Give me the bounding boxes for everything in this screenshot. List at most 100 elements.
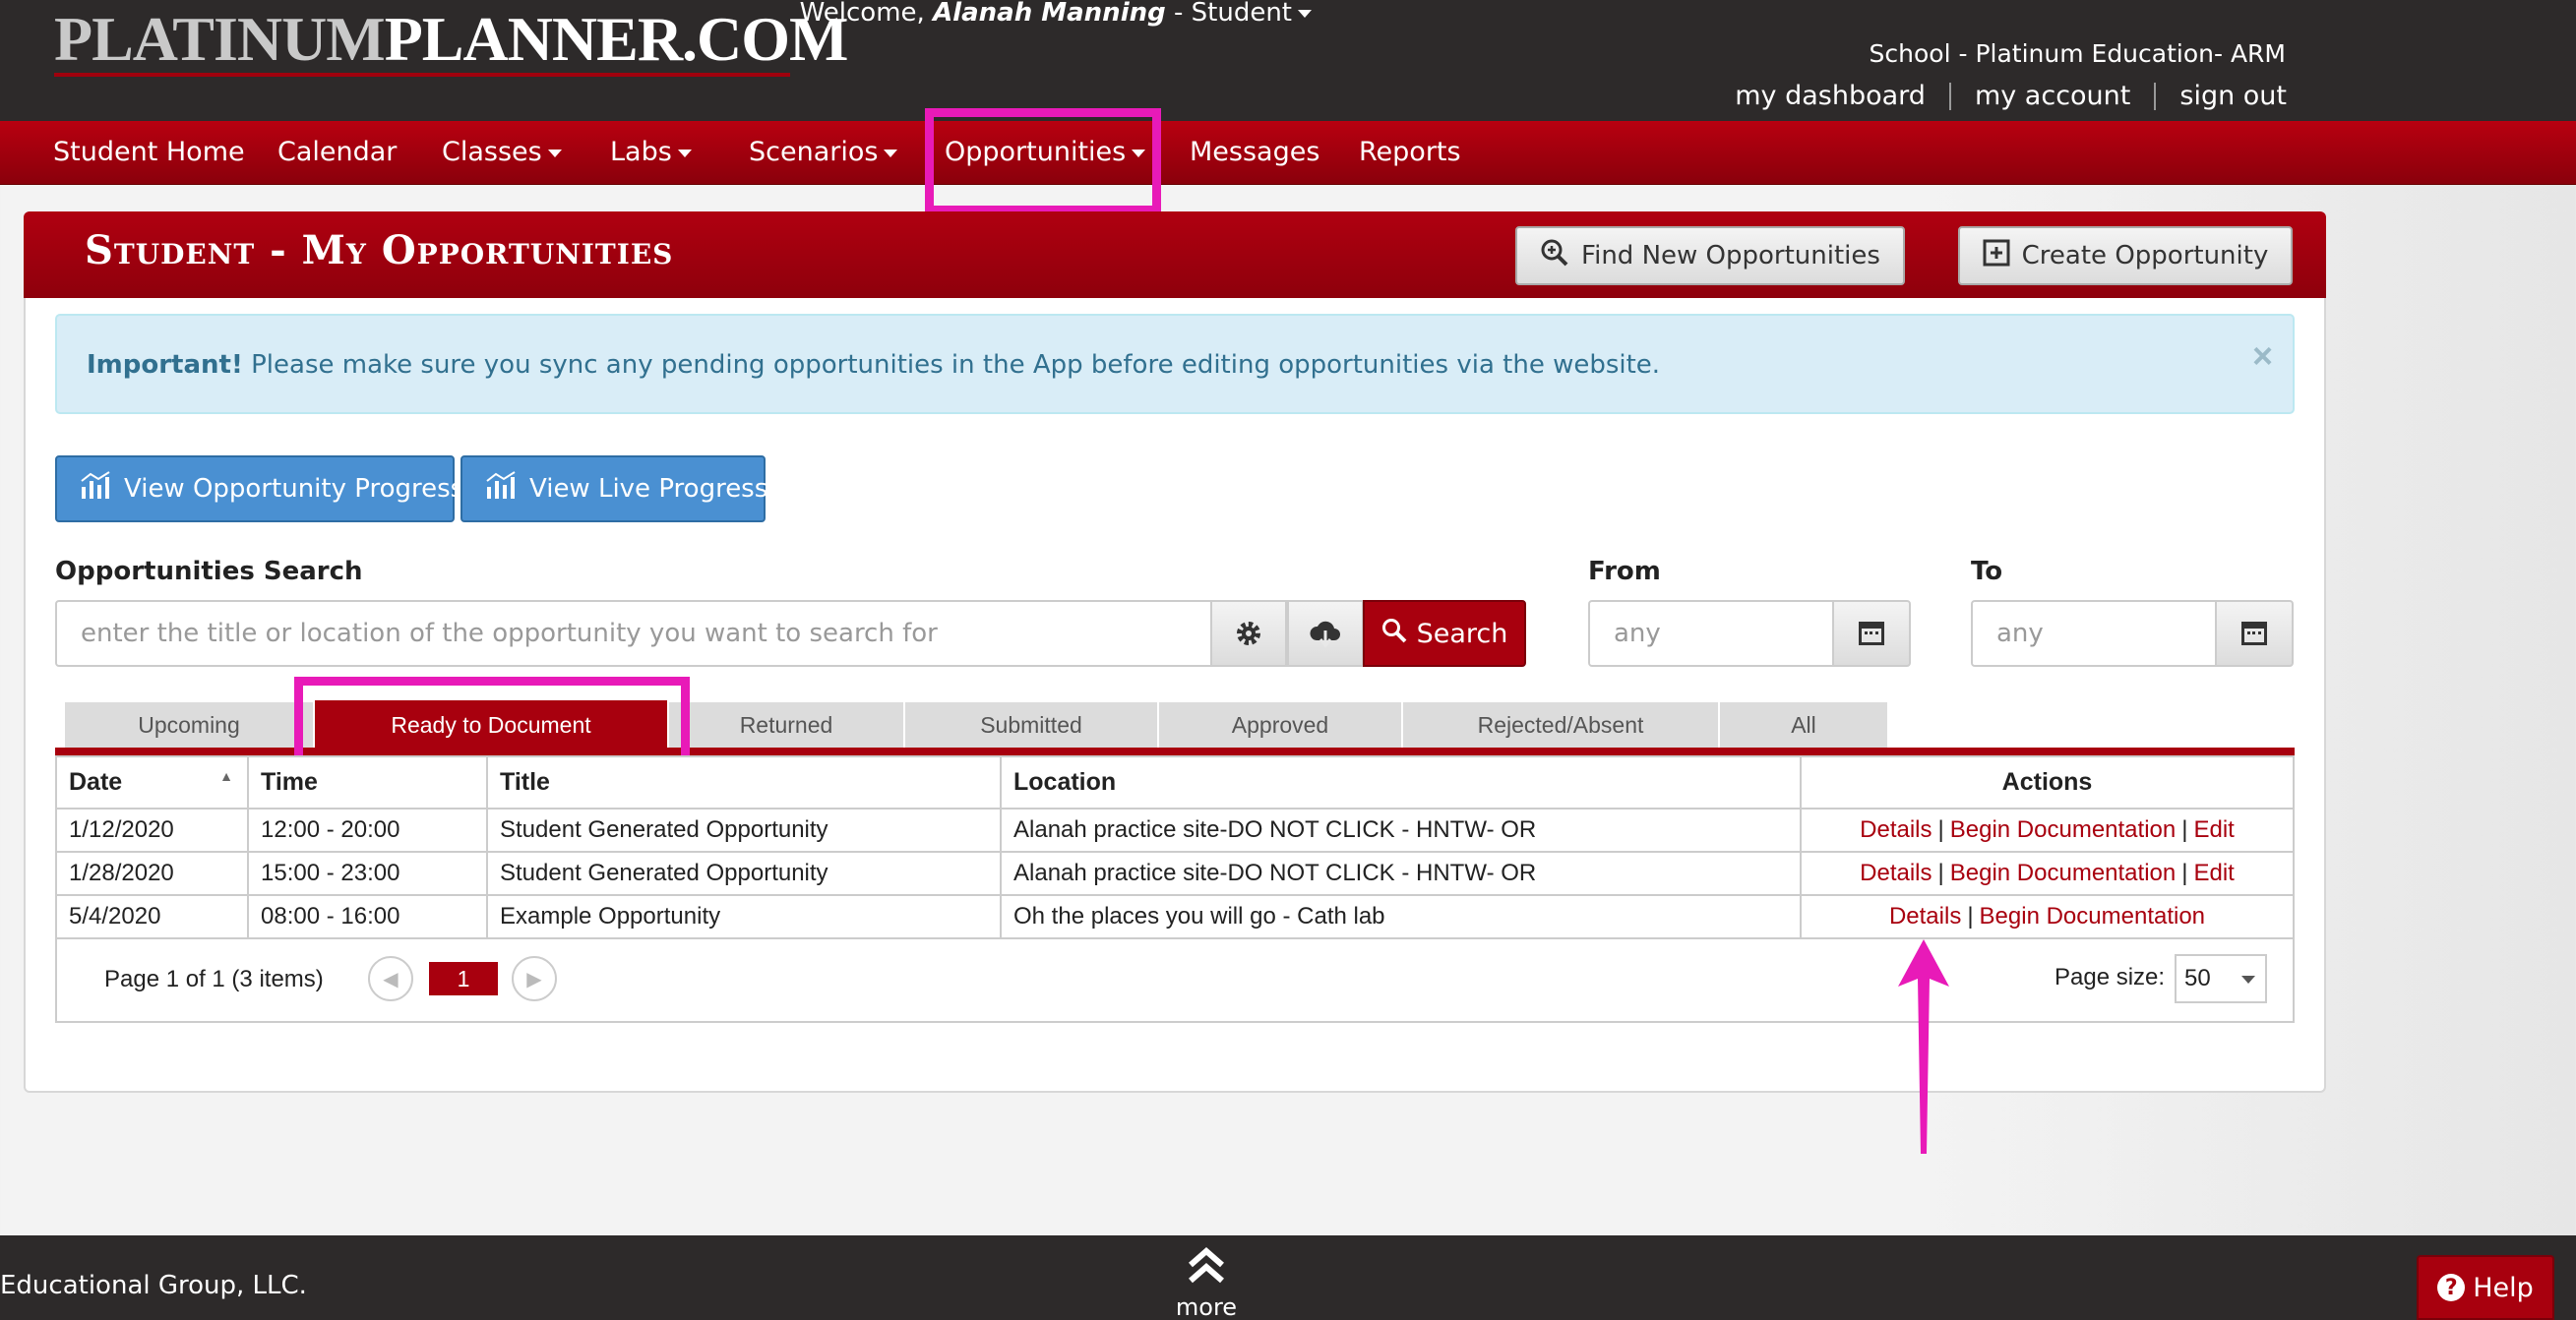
column-header-time[interactable]: Time xyxy=(248,757,488,810)
nav-classes[interactable]: Classes xyxy=(442,137,562,167)
view-live-progress-button[interactable]: View Live Progress xyxy=(460,455,767,522)
site-footer: Educational Group, LLC. more xyxy=(0,1235,2576,1320)
more-toggle[interactable]: more xyxy=(1171,1243,1242,1319)
copyright-text: Educational Group, LLC. xyxy=(0,1271,307,1300)
divider xyxy=(1948,82,1951,110)
cell-actions: Details | Begin Documentation xyxy=(1801,895,2293,939)
cell-title: Example Opportunity xyxy=(487,895,1002,939)
edit-link[interactable]: Edit xyxy=(2193,816,2234,843)
caret-down-icon xyxy=(677,149,692,157)
tab-underline xyxy=(55,748,2295,755)
cell-location: Alanah practice site-DO NOT CLICK - HNTW… xyxy=(1001,852,1802,896)
column-header-title[interactable]: Title xyxy=(487,757,1002,810)
cell-time: 08:00 - 16:00 xyxy=(248,895,488,939)
tab-ready-to-document[interactable]: Ready to Document xyxy=(315,700,667,750)
tab-approved[interactable]: Approved xyxy=(1159,702,1401,748)
to-label: To xyxy=(1971,557,2003,586)
main-nav: Student Home Calendar Classes Labs Scena… xyxy=(0,121,2576,185)
nav-student-home[interactable]: Student Home xyxy=(53,137,245,167)
user-menu[interactable]: Welcome, Alanah Manning - Student xyxy=(800,0,1312,26)
create-opportunity-button[interactable]: Create Opportunity xyxy=(1958,226,2293,285)
table-pager: Page 1 of 1 (3 items) ◀ 1 ▶ Page size: 5… xyxy=(55,938,2295,1023)
column-header-date[interactable]: Date ▲ xyxy=(57,757,249,810)
sort-asc-icon: ▲ xyxy=(219,768,233,784)
tab-all[interactable]: All xyxy=(1720,702,1887,748)
begin-documentation-link[interactable]: Begin Documentation xyxy=(1980,903,2205,930)
prev-page-icon[interactable]: ◀ xyxy=(368,956,413,1001)
cell-title: Student Generated Opportunity xyxy=(487,852,1002,896)
edit-link[interactable]: Edit xyxy=(2193,860,2234,886)
cell-title: Student Generated Opportunity xyxy=(487,809,1002,853)
annotation-arrow xyxy=(1898,939,1949,1154)
cell-date: 1/28/2020 xyxy=(57,852,249,896)
view-opportunity-progress-button[interactable]: View Opportunity Progress xyxy=(55,455,463,522)
sync-alert: Important! Please make sure you sync any… xyxy=(55,314,2295,414)
tab-submitted[interactable]: Submitted xyxy=(905,702,1157,748)
calendar-icon[interactable] xyxy=(1832,600,1911,667)
find-new-opportunities-button[interactable]: Find New Opportunities xyxy=(1515,226,1905,285)
nav-labs[interactable]: Labs xyxy=(610,137,692,167)
help-button[interactable]: ? Help xyxy=(2417,1255,2554,1320)
nav-messages[interactable]: Messages xyxy=(1190,137,1319,167)
sign-out-link[interactable]: sign out xyxy=(2179,81,2287,111)
from-label: From xyxy=(1588,557,1661,586)
nav-reports[interactable]: Reports xyxy=(1359,137,1461,167)
next-page-icon[interactable]: ▶ xyxy=(512,956,557,1001)
nav-calendar[interactable]: Calendar xyxy=(277,137,397,167)
caret-down-icon xyxy=(1298,9,1312,18)
begin-documentation-link[interactable]: Begin Documentation xyxy=(1950,816,2176,843)
my-dashboard-link[interactable]: my dashboard xyxy=(1735,81,1926,111)
bar-chart-icon xyxy=(484,470,518,508)
school-name: School - Platinum Education- ARM xyxy=(1869,39,2286,68)
page-size-select[interactable]: 50 xyxy=(2175,954,2267,1003)
column-header-location[interactable]: Location xyxy=(1001,757,1802,810)
begin-documentation-link[interactable]: Begin Documentation xyxy=(1950,860,2176,886)
cloud-download-icon[interactable] xyxy=(1287,600,1364,667)
table-row: 1/28/2020 15:00 - 23:00 Student Generate… xyxy=(57,852,2293,896)
caret-down-icon xyxy=(1132,149,1146,157)
caret-down-icon xyxy=(884,149,898,157)
page-title: Student - My Opportunities xyxy=(85,227,674,273)
tab-returned[interactable]: Returned xyxy=(669,702,903,748)
from-date-input[interactable]: any xyxy=(1588,600,1834,667)
search-input[interactable]: enter the title or location of the oppor… xyxy=(55,600,1212,667)
user-name: Alanah Manning xyxy=(933,0,1166,28)
search-icon xyxy=(1381,618,1407,650)
details-link[interactable]: Details xyxy=(1860,816,1932,843)
more-label: more xyxy=(1175,1293,1238,1320)
details-link[interactable]: Details xyxy=(1860,860,1932,886)
table-header-row: Date ▲ Time Title Location Actions xyxy=(57,757,2293,810)
plus-square-icon xyxy=(1983,239,2010,273)
cell-date: 5/4/2020 xyxy=(57,895,249,939)
zoom-in-icon xyxy=(1540,238,1569,274)
nav-opportunities[interactable]: Opportunities xyxy=(945,137,1146,167)
to-date-input[interactable]: any xyxy=(1971,600,2217,667)
tab-rejected-absent[interactable]: Rejected/Absent xyxy=(1403,702,1718,748)
caret-down-icon xyxy=(2241,976,2255,984)
alert-text: Please make sure you sync any pending op… xyxy=(242,350,1661,380)
logo-underline xyxy=(54,73,790,77)
bar-chart-icon xyxy=(79,470,112,508)
cell-location: Oh the places you will go - Cath lab xyxy=(1001,895,1802,939)
tab-upcoming[interactable]: Upcoming xyxy=(65,702,313,748)
site-header: PLATINUMPLANNER.COM Welcome, Alanah Mann… xyxy=(0,0,2576,121)
my-account-link[interactable]: my account xyxy=(1975,81,2130,111)
table-row: 1/12/2020 12:00 - 20:00 Student Generate… xyxy=(57,809,2293,853)
details-link[interactable]: Details xyxy=(1889,903,1961,930)
cell-actions: Details | Begin Documentation | Edit xyxy=(1801,809,2293,853)
column-header-actions: Actions xyxy=(1801,757,2293,810)
close-icon[interactable]: × xyxy=(2252,335,2273,377)
site-logo[interactable]: PLATINUMPLANNER.COM xyxy=(54,4,848,75)
cell-location: Alanah practice site-DO NOT CLICK - HNTW… xyxy=(1001,809,1802,853)
nav-scenarios[interactable]: Scenarios xyxy=(749,137,898,167)
caret-down-icon xyxy=(547,149,562,157)
gear-icon[interactable] xyxy=(1210,600,1287,667)
user-links: my dashboard my account sign out xyxy=(1735,81,2287,111)
alert-strong: Important! xyxy=(87,350,243,380)
current-page-button[interactable]: 1 xyxy=(429,962,498,995)
search-button[interactable]: Search xyxy=(1363,600,1526,667)
table-row: 5/4/2020 08:00 - 16:00 Example Opportuni… xyxy=(57,895,2293,939)
question-circle-icon: ? xyxy=(2437,1274,2466,1301)
search-label: Opportunities Search xyxy=(55,557,363,586)
calendar-icon[interactable] xyxy=(2215,600,2294,667)
